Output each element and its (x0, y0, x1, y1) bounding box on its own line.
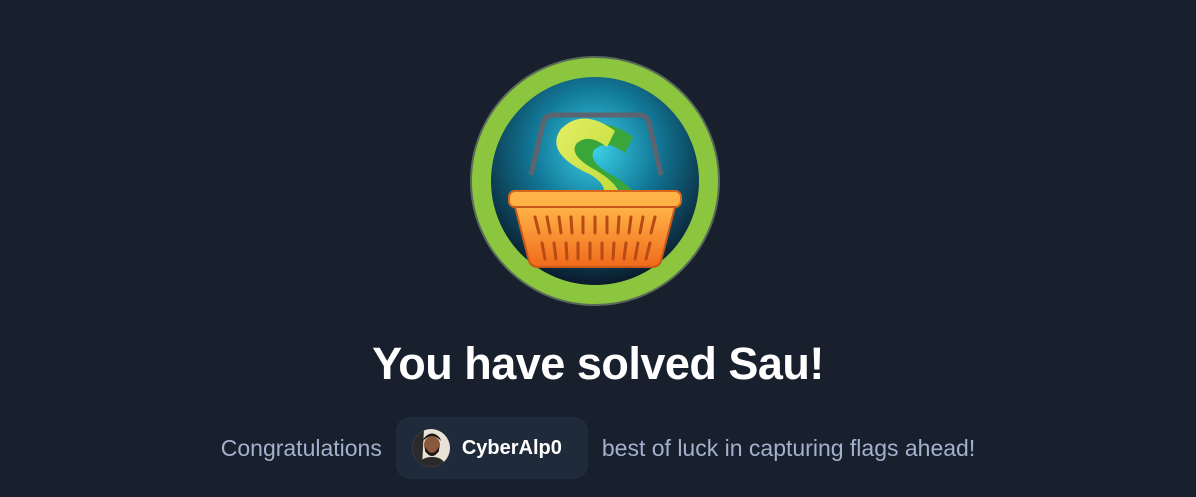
congrats-text: Congratulations (220, 434, 382, 461)
page-title: You have solved Sau! (372, 338, 824, 389)
username: CyberAlp0 (461, 436, 562, 459)
machine-badge-icon (470, 56, 720, 306)
user-profile-chip[interactable]: CyberAlp0 (395, 417, 588, 479)
good-luck-text: best of luck in capturing flags ahead! (601, 434, 976, 461)
completion-screen: You have solved Sau! Congratulations Cyb… (0, 0, 1196, 497)
congratulations-message: Congratulations CyberAlp0 best of luck i… (0, 417, 1196, 479)
user-avatar (411, 429, 450, 467)
